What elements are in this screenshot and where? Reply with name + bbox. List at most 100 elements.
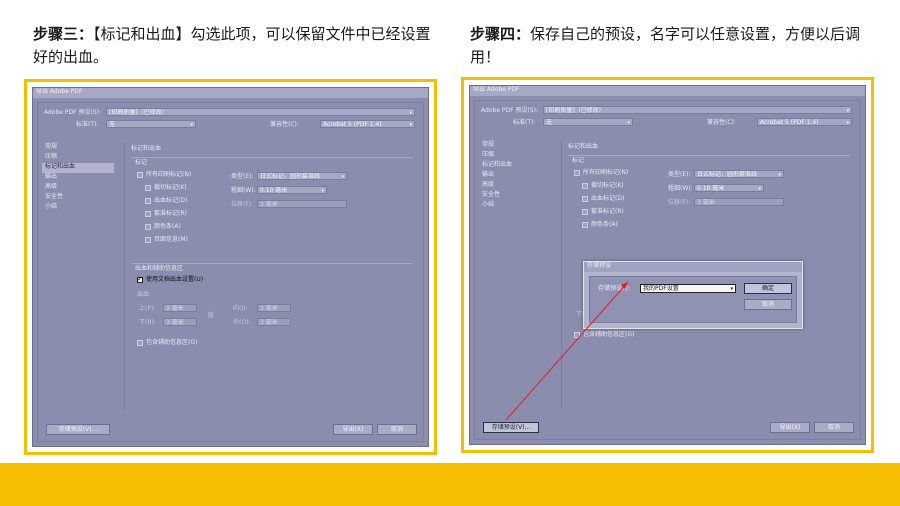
chevron-down-icon: ▾	[409, 122, 412, 128]
cancel-button[interactable]: 取消	[814, 422, 854, 433]
type-select[interactable]: 日式标记，圆形套准线 ▾	[694, 170, 784, 178]
sidebar-item-summary[interactable]: 小结	[479, 201, 551, 211]
bottom-bleed-value: 3 毫米	[166, 319, 184, 326]
marks-group-rule	[131, 157, 413, 158]
page-info-checkbox[interactable]: 页面信息(M)	[145, 236, 188, 244]
compat-select[interactable]: Acrobat 5 (PDF 1.4) ▾	[320, 120, 415, 128]
step-four-caption: 步骤四：保存自己的预设，名字可以任意设置，方便以后调用！	[470, 23, 880, 69]
sidebar-item-output[interactable]: 输出	[479, 171, 551, 181]
save-preset-popup: 存储预设 存储预设为: 我的PDF设置 ▾ 确定 取消	[583, 261, 803, 329]
sidebar-item-security[interactable]: 安全性	[42, 193, 114, 203]
include-slug-label: 包含辅助信息区(G)	[146, 339, 198, 346]
link-chain-icon[interactable]: ⛓	[207, 312, 215, 320]
color-bars-label: 颜色条(A)	[591, 221, 618, 228]
weight-select[interactable]: 0.10 毫米 ▾	[257, 186, 327, 194]
marks-group-label: 标记	[135, 159, 148, 166]
inside-label: 内(I):	[233, 305, 248, 312]
chevron-down-icon: ▾	[190, 122, 193, 128]
crop-marks-label: 裁切标记(K)	[154, 184, 187, 191]
include-slug-checkbox[interactable]: 包含辅助信息区(G)	[137, 339, 197, 347]
popup-cancel-button[interactable]: 取消	[744, 299, 792, 310]
sidebar-item-output[interactable]: 输出	[42, 173, 114, 183]
chevron-down-icon: ▾	[409, 110, 412, 116]
include-slug-label: 包含辅助信息区(G)	[583, 331, 635, 338]
marks-group-rule	[568, 155, 850, 156]
registration-marks-label: 套准标记(R)	[591, 208, 624, 215]
use-doc-bleed-checkbox[interactable]: 使用文档出血设置(U)	[137, 275, 204, 284]
chevron-down-icon: ▾	[846, 120, 849, 126]
top-bleed-field[interactable]: 3 毫米	[163, 304, 197, 312]
bleed-marks-checkbox[interactable]: 出血标记(D)	[145, 197, 187, 205]
sidebar-item-compression[interactable]: 压缩	[42, 153, 114, 163]
sidebar-item-advanced[interactable]: 高级	[479, 181, 551, 191]
preset-name-input[interactable]: 我的PDF设置 ▾	[640, 284, 736, 293]
left-screenshot-frame: 导出 Adobe PDF Adobe PDF 预设(S): [印刷质量]（已修改…	[24, 79, 437, 455]
all-marks-checkbox[interactable]: 所有印刷标记(N)	[137, 171, 191, 179]
standard-select[interactable]: 无 ▾	[543, 118, 633, 126]
category-sidebar: 常规 压缩 标记和出血 输出 高级 安全性 小结	[42, 143, 114, 411]
export-pdf-dialog: 导出 Adobe PDF Adobe PDF 预设(S): [印刷质量]（已修改…	[32, 87, 429, 447]
sidebar-item-general[interactable]: 常规	[42, 143, 114, 153]
all-marks-checkbox[interactable]: 所有印刷标记(N)	[574, 169, 628, 177]
sidebar-item-summary[interactable]: 小结	[42, 203, 114, 213]
offset-label: 位移(F):	[668, 199, 691, 206]
export-button[interactable]: 导出(X)	[770, 422, 810, 433]
checkbox-box	[137, 171, 143, 178]
compat-select[interactable]: Acrobat 5 (PDF 1.4) ▾	[757, 118, 852, 126]
weight-value: 0.10 毫米	[260, 187, 288, 194]
use-doc-bleed-label: 使用文档出血设置(U)	[146, 276, 204, 283]
weight-label: 粗细(W):	[668, 185, 693, 192]
marks-bleeds-panel: 标记和出血 标记 所有印刷标记(N) 裁切标记(K) 出血标记(D) 套准标记(…	[124, 143, 417, 411]
step-three-heading: 步骤三：	[33, 25, 94, 43]
chevron-down-icon: ▾	[846, 108, 849, 114]
compat-value: Acrobat 5 (PDF 1.4)	[760, 119, 819, 126]
sidebar-item-general[interactable]: 常规	[479, 141, 551, 151]
weight-select[interactable]: 0.10 毫米 ▾	[694, 184, 764, 192]
offset-value: 3 毫米	[260, 201, 278, 208]
bottom-label: 下(B):	[139, 319, 156, 326]
sidebar-item-compression[interactable]: 压缩	[479, 151, 551, 161]
preset-name-label: 存储预设为:	[598, 285, 631, 292]
bleed-marks-checkbox[interactable]: 出血标记(D)	[582, 195, 624, 203]
registration-marks-checkbox[interactable]: 套准标记(R)	[145, 210, 187, 218]
section-title: 标记和出血	[131, 145, 162, 152]
offset-field[interactable]: 3 毫米	[694, 198, 784, 206]
sidebar-item-marks-bleeds[interactable]: 标记和出血	[42, 163, 114, 173]
sidebar-item-advanced[interactable]: 高级	[42, 183, 114, 193]
popup-ok-button[interactable]: 确定	[744, 283, 792, 294]
type-value: 日式标记，圆形套准线	[697, 171, 758, 178]
offset-field[interactable]: 3 毫米	[257, 200, 347, 208]
save-preset-button[interactable]: 存储预设(V)...	[46, 424, 110, 435]
registration-marks-checkbox[interactable]: 套准标记(R)	[582, 208, 624, 216]
include-slug-checkbox[interactable]: 包含辅助信息区(G)	[574, 331, 634, 339]
color-bars-label: 颜色条(A)	[154, 223, 181, 230]
type-label: 类型(E):	[231, 173, 254, 180]
type-select[interactable]: 日式标记，圆形套准线 ▾	[257, 172, 347, 180]
bleed-marks-label: 出血标记(D)	[154, 197, 188, 204]
popup-body: 存储预设为: 我的PDF设置 ▾ 确定 取消	[589, 276, 797, 323]
compat-value: Acrobat 5 (PDF 1.4)	[323, 121, 382, 128]
checkbox-box	[582, 221, 588, 228]
save-preset-button[interactable]: 存储预设(V)...	[483, 422, 539, 433]
color-bars-checkbox[interactable]: 颜色条(A)	[582, 221, 618, 229]
sidebar-item-marks-bleeds[interactable]: 标记和出血	[479, 161, 551, 171]
step-three-text: 【标记和出血】勾选此项，可以保留文件中已经设置好的出血。	[33, 25, 431, 66]
outside-label: 外(O):	[233, 319, 251, 326]
step-four-heading: 步骤四：	[470, 25, 531, 43]
inside-bleed-field[interactable]: 3 毫米	[257, 304, 291, 312]
cancel-button[interactable]: 取消	[377, 424, 417, 435]
bottom-bleed-field[interactable]: 3 毫米	[163, 318, 197, 326]
type-label: 类型(E):	[668, 171, 691, 178]
crop-marks-checkbox[interactable]: 裁切标记(K)	[582, 182, 624, 190]
sidebar-item-security[interactable]: 安全性	[479, 191, 551, 201]
checkbox-box	[582, 208, 588, 215]
preset-select[interactable]: [印刷质量]（已修改） ▾	[106, 108, 415, 116]
export-button[interactable]: 导出(X)	[333, 424, 373, 435]
preset-name-value: 我的PDF设置	[643, 285, 679, 292]
standard-select[interactable]: 无 ▾	[106, 120, 196, 128]
preset-select[interactable]: [印刷质量]（已修改） ▾	[543, 106, 852, 114]
crop-marks-checkbox[interactable]: 裁切标记(K)	[145, 184, 187, 192]
dialog-title: 导出 Adobe PDF	[33, 88, 428, 98]
outside-bleed-field[interactable]: 3 毫米	[257, 318, 291, 326]
color-bars-checkbox[interactable]: 颜色条(A)	[145, 223, 181, 231]
